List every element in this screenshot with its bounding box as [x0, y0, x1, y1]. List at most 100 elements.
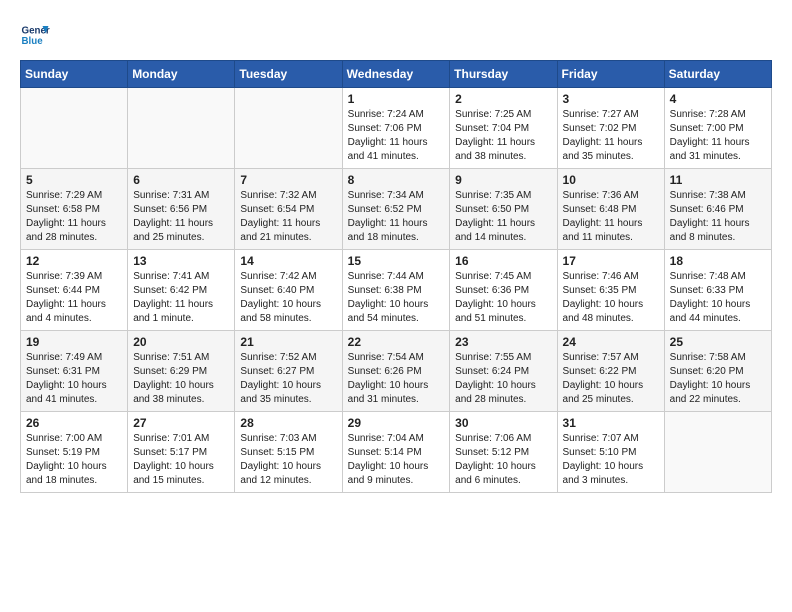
day-info: Sunrise: 7:58 AM Sunset: 6:20 PM Dayligh… — [670, 351, 766, 407]
col-header-monday: Monday — [128, 61, 235, 88]
calendar-week-row: 5 Sunrise: 7:29 AM Sunset: 6:58 PM Daylig… — [21, 169, 772, 250]
calendar-cell: 29 Sunrise: 7:04 AM Sunset: 5:14 PM Dayli… — [342, 412, 450, 493]
day-info: Sunrise: 7:01 AM Sunset: 5:17 PM Dayligh… — [133, 432, 229, 488]
day-info: Sunrise: 7:34 AM Sunset: 6:52 PM Dayligh… — [348, 189, 445, 245]
calendar-cell: 5 Sunrise: 7:29 AM Sunset: 6:58 PM Daylig… — [21, 169, 128, 250]
day-info: Sunrise: 7:42 AM Sunset: 6:40 PM Dayligh… — [240, 270, 336, 326]
day-info: Sunrise: 7:32 AM Sunset: 6:54 PM Dayligh… — [240, 189, 336, 245]
day-info: Sunrise: 7:46 AM Sunset: 6:35 PM Dayligh… — [563, 270, 659, 326]
calendar-cell: 7 Sunrise: 7:32 AM Sunset: 6:54 PM Daylig… — [235, 169, 342, 250]
calendar-cell: 26 Sunrise: 7:00 AM Sunset: 5:19 PM Dayli… — [21, 412, 128, 493]
calendar-cell: 16 Sunrise: 7:45 AM Sunset: 6:36 PM Dayli… — [450, 250, 557, 331]
col-header-thursday: Thursday — [450, 61, 557, 88]
calendar-cell: 8 Sunrise: 7:34 AM Sunset: 6:52 PM Daylig… — [342, 169, 450, 250]
day-info: Sunrise: 7:48 AM Sunset: 6:33 PM Dayligh… — [670, 270, 766, 326]
day-info: Sunrise: 7:41 AM Sunset: 6:42 PM Dayligh… — [133, 270, 229, 326]
calendar-cell: 22Sunrise: 7:54 AM Sunset: 6:26 PM Dayli… — [342, 331, 450, 412]
calendar-cell: 6Sunrise: 7:31 AM Sunset: 6:56 PM Daylig… — [128, 169, 235, 250]
day-info: Sunrise: 7:25 AM Sunset: 7:04 PM Dayligh… — [455, 108, 551, 164]
day-number: 29 — [348, 416, 445, 430]
calendar-cell: 17 Sunrise: 7:46 AM Sunset: 6:35 PM Dayli… — [557, 250, 664, 331]
calendar-cell: 3Sunrise: 7:27 AM Sunset: 7:02 PM Daylig… — [557, 88, 664, 169]
calendar-cell: 10Sunrise: 7:36 AM Sunset: 6:48 PM Dayli… — [557, 169, 664, 250]
day-number: 21 — [240, 335, 336, 349]
day-info: Sunrise: 7:39 AM Sunset: 6:44 PM Dayligh… — [26, 270, 122, 326]
day-info: Sunrise: 7:45 AM Sunset: 6:36 PM Dayligh… — [455, 270, 551, 326]
calendar-cell — [128, 88, 235, 169]
day-info: Sunrise: 7:35 AM Sunset: 6:50 PM Dayligh… — [455, 189, 551, 245]
day-number: 12 — [26, 254, 122, 268]
day-number: 25 — [670, 335, 766, 349]
calendar-week-row: 26 Sunrise: 7:00 AM Sunset: 5:19 PM Dayli… — [21, 412, 772, 493]
logo-icon: General Blue — [20, 20, 50, 50]
day-info: Sunrise: 7:57 AM Sunset: 6:22 PM Dayligh… — [563, 351, 659, 407]
calendar-header-row: SundayMondayTuesdayWednesdayThursdayFrid… — [21, 61, 772, 88]
day-number: 9 — [455, 173, 551, 187]
calendar-week-row: 12 Sunrise: 7:39 AM Sunset: 6:44 PM Dayli… — [21, 250, 772, 331]
calendar-cell: 18 Sunrise: 7:48 AM Sunset: 6:33 PM Dayli… — [664, 250, 771, 331]
day-info: Sunrise: 7:49 AM Sunset: 6:31 PM Dayligh… — [26, 351, 122, 407]
day-info: Sunrise: 7:51 AM Sunset: 6:29 PM Dayligh… — [133, 351, 229, 407]
calendar-cell: 14 Sunrise: 7:42 AM Sunset: 6:40 PM Dayli… — [235, 250, 342, 331]
day-number: 30 — [455, 416, 551, 430]
calendar-cell — [21, 88, 128, 169]
calendar-cell: 11 Sunrise: 7:38 AM Sunset: 6:46 PM Dayli… — [664, 169, 771, 250]
day-info: Sunrise: 7:00 AM Sunset: 5:19 PM Dayligh… — [26, 432, 122, 488]
day-info: Sunrise: 7:38 AM Sunset: 6:46 PM Dayligh… — [670, 189, 766, 245]
calendar-cell: 2 Sunrise: 7:25 AM Sunset: 7:04 PM Daylig… — [450, 88, 557, 169]
day-info: Sunrise: 7:54 AM Sunset: 6:26 PM Dayligh… — [348, 351, 445, 407]
day-number: 14 — [240, 254, 336, 268]
col-header-friday: Friday — [557, 61, 664, 88]
day-number: 31 — [563, 416, 659, 430]
day-number: 19 — [26, 335, 122, 349]
logo: General Blue — [20, 20, 50, 50]
calendar-cell: 27 Sunrise: 7:01 AM Sunset: 5:17 PM Dayli… — [128, 412, 235, 493]
day-info: Sunrise: 7:04 AM Sunset: 5:14 PM Dayligh… — [348, 432, 445, 488]
day-number: 24 — [563, 335, 659, 349]
calendar-cell: 31 Sunrise: 7:07 AM Sunset: 5:10 PM Dayli… — [557, 412, 664, 493]
day-info: Sunrise: 7:03 AM Sunset: 5:15 PM Dayligh… — [240, 432, 336, 488]
day-number: 27 — [133, 416, 229, 430]
day-number: 26 — [26, 416, 122, 430]
calendar-cell: 28Sunrise: 7:03 AM Sunset: 5:15 PM Dayli… — [235, 412, 342, 493]
col-header-wednesday: Wednesday — [342, 61, 450, 88]
day-number: 3 — [563, 92, 659, 106]
calendar-cell: 23 Sunrise: 7:55 AM Sunset: 6:24 PM Dayli… — [450, 331, 557, 412]
day-number: 20 — [133, 335, 229, 349]
calendar-cell: 19 Sunrise: 7:49 AM Sunset: 6:31 PM Dayli… — [21, 331, 128, 412]
calendar-cell: 25 Sunrise: 7:58 AM Sunset: 6:20 PM Dayli… — [664, 331, 771, 412]
day-number: 16 — [455, 254, 551, 268]
calendar-cell — [664, 412, 771, 493]
calendar-cell: 9 Sunrise: 7:35 AM Sunset: 6:50 PM Daylig… — [450, 169, 557, 250]
calendar-cell: 12 Sunrise: 7:39 AM Sunset: 6:44 PM Dayli… — [21, 250, 128, 331]
day-info: Sunrise: 7:44 AM Sunset: 6:38 PM Dayligh… — [348, 270, 445, 326]
day-info: Sunrise: 7:55 AM Sunset: 6:24 PM Dayligh… — [455, 351, 551, 407]
day-number: 6 — [133, 173, 229, 187]
day-number: 18 — [670, 254, 766, 268]
day-number: 2 — [455, 92, 551, 106]
day-info: Sunrise: 7:07 AM Sunset: 5:10 PM Dayligh… — [563, 432, 659, 488]
day-number: 17 — [563, 254, 659, 268]
calendar-cell: 15 Sunrise: 7:44 AM Sunset: 6:38 PM Dayli… — [342, 250, 450, 331]
calendar-week-row: 1Sunrise: 7:24 AM Sunset: 7:06 PM Daylig… — [21, 88, 772, 169]
day-number: 8 — [348, 173, 445, 187]
day-number: 7 — [240, 173, 336, 187]
day-number: 1 — [348, 92, 445, 106]
day-info: Sunrise: 7:52 AM Sunset: 6:27 PM Dayligh… — [240, 351, 336, 407]
day-number: 23 — [455, 335, 551, 349]
day-info: Sunrise: 7:29 AM Sunset: 6:58 PM Dayligh… — [26, 189, 122, 245]
col-header-sunday: Sunday — [21, 61, 128, 88]
day-number: 4 — [670, 92, 766, 106]
calendar-cell: 24 Sunrise: 7:57 AM Sunset: 6:22 PM Dayli… — [557, 331, 664, 412]
day-info: Sunrise: 7:06 AM Sunset: 5:12 PM Dayligh… — [455, 432, 551, 488]
calendar-week-row: 19 Sunrise: 7:49 AM Sunset: 6:31 PM Dayli… — [21, 331, 772, 412]
day-number: 11 — [670, 173, 766, 187]
svg-text:Blue: Blue — [22, 36, 44, 47]
day-number: 5 — [26, 173, 122, 187]
day-number: 10 — [563, 173, 659, 187]
day-info: Sunrise: 7:28 AM Sunset: 7:00 PM Dayligh… — [670, 108, 766, 164]
calendar-cell: 30 Sunrise: 7:06 AM Sunset: 5:12 PM Dayli… — [450, 412, 557, 493]
day-number: 15 — [348, 254, 445, 268]
calendar: SundayMondayTuesdayWednesdayThursdayFrid… — [20, 60, 772, 493]
calendar-cell: 4 Sunrise: 7:28 AM Sunset: 7:00 PM Daylig… — [664, 88, 771, 169]
